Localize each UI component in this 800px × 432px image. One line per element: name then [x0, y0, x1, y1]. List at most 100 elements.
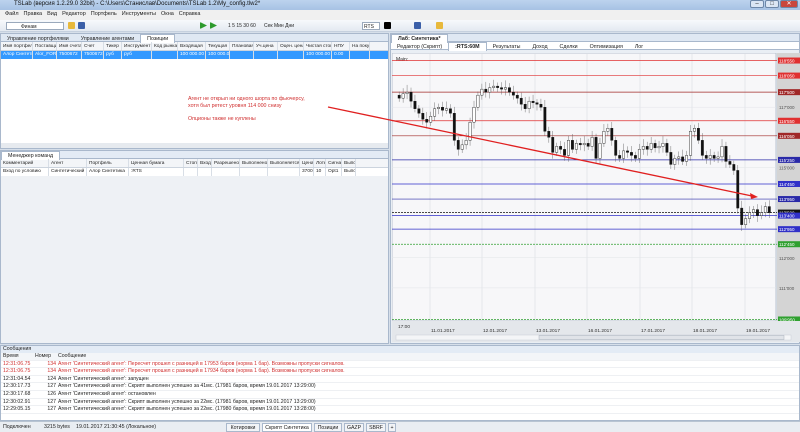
price-chart[interactable]: Main: 117'000 115'000 112'000 111'000 118'550…: [392, 53, 800, 343]
table-cell: 100 000.00: [208, 51, 230, 59]
menu-view[interactable]: Вид: [47, 11, 57, 17]
candle-body: [697, 128, 700, 141]
bytes-count: 3215 bytes: [44, 424, 70, 430]
candle-body: [744, 218, 748, 225]
candle-body: [700, 140, 704, 156]
minimize-button[interactable]: –: [750, 0, 764, 8]
time-tick-label: 13.01.2017: [536, 328, 560, 334]
candle-body: [413, 100, 417, 109]
candle-body: [752, 209, 755, 213]
message-row[interactable]: 12:31:06.75 134 Агент 'Синтетический агент…: [1, 368, 799, 376]
message-row[interactable]: 12:29:05.15 127 Агент 'Синтетический агент…: [1, 406, 799, 414]
candle-body: [665, 143, 669, 153]
tab-positions-bottom[interactable]: Позиции: [314, 423, 342, 432]
table-cell: [198, 168, 212, 176]
tab-quotes[interactable]: Котировки: [226, 423, 260, 432]
level-label: 113'400: [779, 214, 795, 219]
window-title: TSLab (версия 1.2.29.0 32bit) - C:\Users…: [14, 1, 261, 7]
subtab-income[interactable]: Доход: [527, 43, 554, 51]
table-cell: Opt1: [326, 168, 342, 176]
tab-script-synthetic[interactable]: Скрипт Синтетика: [262, 423, 312, 432]
message-row[interactable]: 12:30:17.73 127 Агент 'Синтетический агент…: [1, 383, 799, 391]
candle-body: [712, 155, 716, 159]
candle-body: [456, 140, 460, 150]
menu-tools[interactable]: Инструменты: [122, 11, 156, 17]
candle-body: [555, 146, 559, 153]
annotation-line: Опционы также не куплены: [188, 116, 256, 122]
folder-icon[interactable]: [436, 22, 443, 29]
save-icon[interactable]: [78, 22, 85, 29]
menu-help[interactable]: Справка: [179, 11, 201, 17]
candle-body: [504, 87, 507, 90]
candle-body: [736, 170, 740, 209]
add-tab-button[interactable]: +: [388, 423, 396, 432]
column-header: Текущая: [206, 42, 230, 50]
table-cell: [152, 51, 178, 59]
menu-portfolio[interactable]: Портфель: [91, 11, 117, 17]
message-time: 12:30:02.91: [3, 398, 31, 405]
menu-edit[interactable]: Правка: [24, 11, 43, 17]
step-icon[interactable]: [210, 22, 217, 29]
candle-body: [527, 100, 531, 109]
column-header: НПУ: [332, 42, 350, 50]
candle-body: [602, 131, 606, 144]
subtab-trades[interactable]: Сделки: [554, 43, 584, 51]
open-icon[interactable]: [68, 22, 75, 29]
column-header: Портфель: [87, 159, 129, 167]
message-num: 127: [47, 406, 56, 413]
subtab-optimization[interactable]: Оптимизация: [584, 43, 629, 51]
subtab-chart[interactable]: :RTS:60M: [448, 42, 487, 51]
candle-body: [480, 88, 484, 96]
candle-body: [716, 156, 720, 159]
table-row[interactable]: Алор СинтетикаAlor_FORTS75006727500672ру…: [1, 51, 388, 59]
candle-body: [571, 140, 574, 150]
candle-body: [409, 91, 413, 102]
color-picker[interactable]: [384, 22, 391, 29]
message-text: Агент 'Синтетический агент': запущен: [58, 375, 149, 382]
candle-body: [634, 155, 637, 159]
interval-buttons[interactable]: 1 5 15 30 60: [228, 22, 256, 30]
menu-file[interactable]: Файл: [5, 11, 19, 17]
connection-status: Подключен: [3, 424, 31, 430]
play-icon[interactable]: [200, 22, 207, 29]
tab-gazp[interactable]: GAZP: [344, 423, 364, 432]
menu-editor[interactable]: Редактор: [62, 11, 86, 17]
candle-body: [708, 155, 712, 159]
maximize-button[interactable]: □: [765, 0, 779, 8]
message-text: Агент 'Синтетический агент': Пересчет пр…: [58, 368, 345, 375]
horizontal-scrollbar[interactable]: [1, 143, 388, 148]
subtab-editor[interactable]: Редактор (Скрипт): [391, 43, 448, 51]
column-header: Оцен. цена: [280, 42, 304, 50]
tab-sbrf[interactable]: SBRF: [366, 423, 386, 432]
table-cell: [184, 168, 198, 176]
scrollbar-thumb: [538, 335, 785, 340]
provider-select[interactable]: Финам: [6, 22, 64, 30]
table-cell: 7500672: [57, 51, 82, 59]
subtab-log[interactable]: Лог: [629, 43, 649, 51]
column-header: Выполняется: [270, 159, 300, 167]
column-header: Вход?: [200, 159, 212, 167]
message-row[interactable]: 12:30:17.68 126 Агент 'Синтетический агент…: [1, 391, 799, 399]
pane-label: Main:: [396, 57, 408, 63]
candle-body: [598, 143, 602, 159]
symbol-select[interactable]: RTS: [362, 22, 380, 30]
messages-title: Сообщения: [1, 346, 799, 353]
candle-body: [452, 113, 456, 141]
table-row[interactable]: Вход по условию Синтетический Алор Синтети…: [1, 168, 388, 176]
menu-windows[interactable]: Окна: [161, 11, 174, 17]
candle-body: [582, 143, 586, 146]
column-header: Инструмент: [124, 42, 152, 50]
candle-body: [401, 93, 405, 99]
subtab-results[interactable]: Результаты: [487, 43, 527, 51]
candle-body: [677, 156, 681, 159]
time-tick-label: 12.01.2017: [483, 328, 507, 334]
table-cell: 7500672: [84, 51, 104, 59]
unit-buttons[interactable]: Сек Мин Дни: [264, 22, 294, 30]
close-button[interactable]: ✕: [780, 0, 798, 8]
save-all-icon[interactable]: [414, 22, 421, 29]
candle-body: [448, 108, 452, 114]
column-header: Стоп?: [186, 159, 198, 167]
candle-body: [586, 143, 590, 147]
candle-body: [441, 107, 444, 111]
level-label: 113'950: [779, 197, 795, 202]
